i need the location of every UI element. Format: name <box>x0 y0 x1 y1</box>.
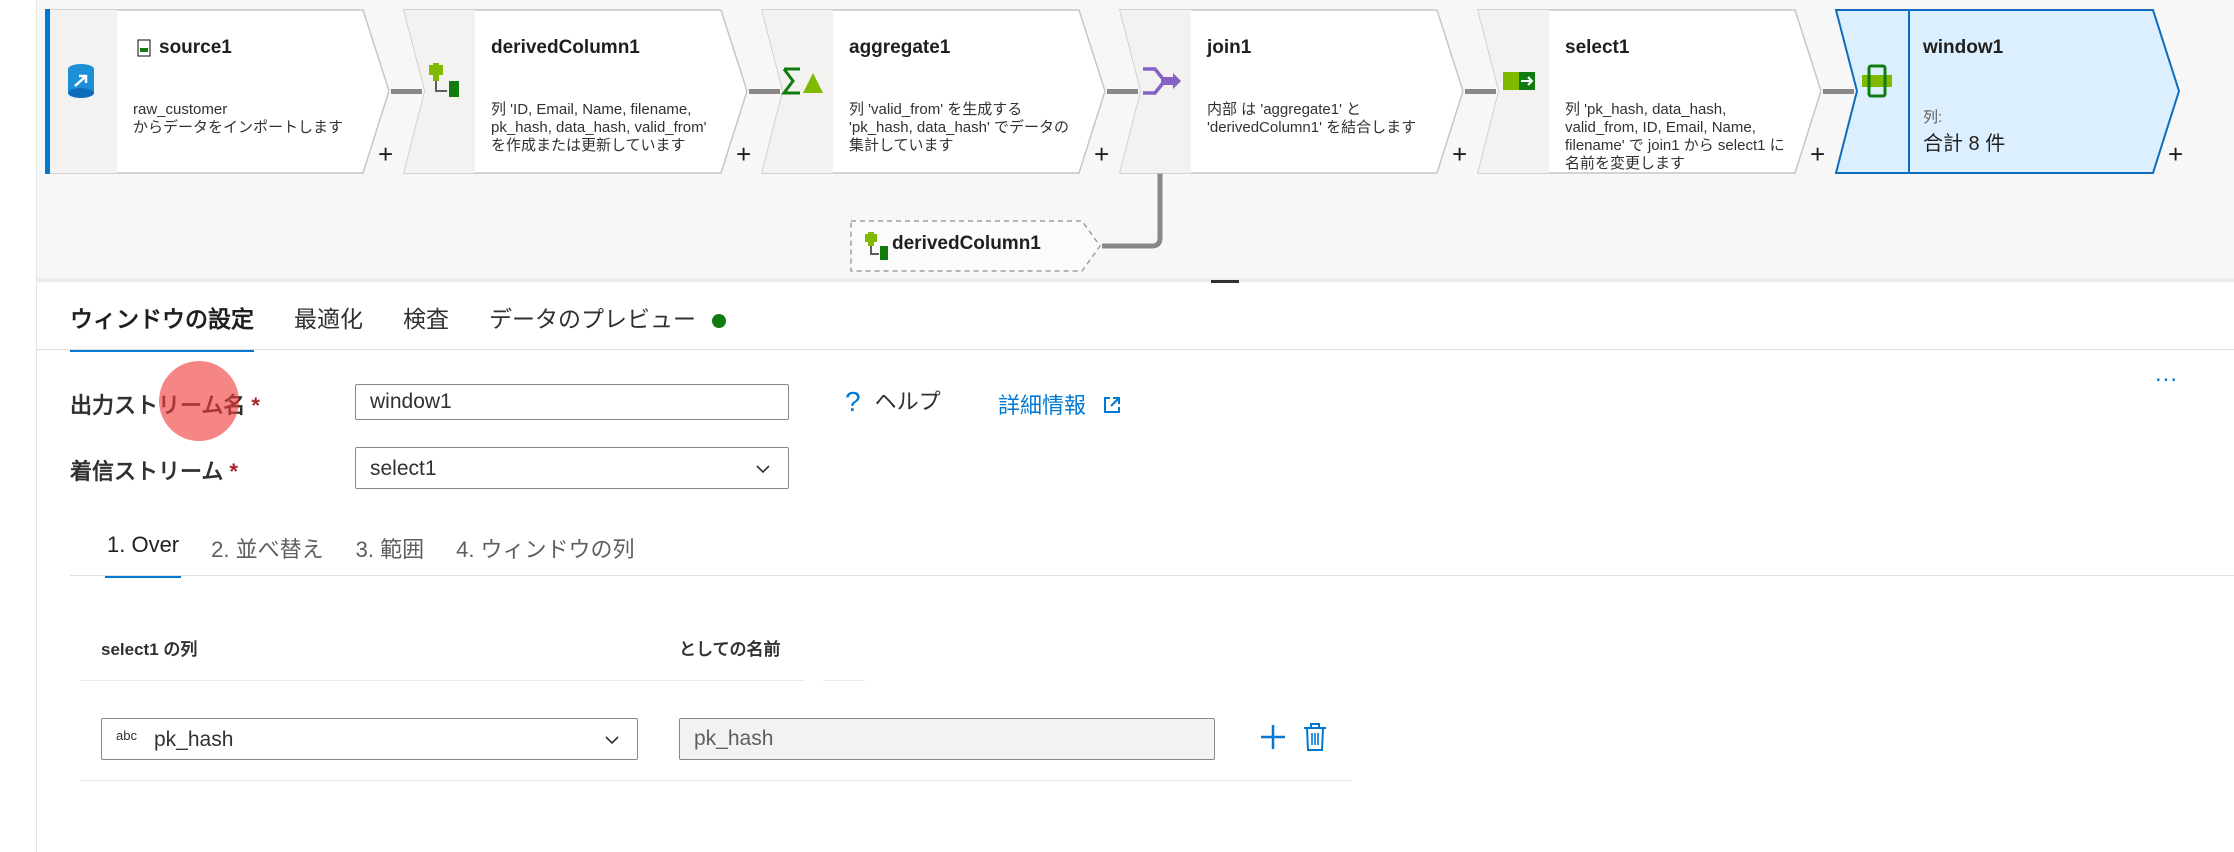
tab-data-preview[interactable]: データのプレビュー <box>489 300 726 352</box>
subtab-sort[interactable]: 2. 並べ替え <box>211 532 323 578</box>
add-transform-button[interactable]: + <box>378 139 393 170</box>
required-mark: * <box>251 393 260 418</box>
column-header-select1-columns: select1 の列 <box>101 640 198 659</box>
node-description: 列 'pk_hash, data_hash, valid_from, ID, E… <box>1565 101 1785 172</box>
node-select1[interactable]: select1 列 'pk_hash, data_hash, valid_fro… <box>1477 9 1825 174</box>
incoming-stream-label: 着信ストリーム * <box>70 454 238 486</box>
output-stream-name-input[interactable]: window1 <box>355 384 789 420</box>
branch-node-derivedColumn1[interactable]: derivedColumn1 <box>850 220 1102 272</box>
node-title: source1 <box>159 37 232 58</box>
output-stream-label: 出力ストリーム名 * <box>70 388 260 420</box>
node-title: join1 <box>1207 37 1252 58</box>
help-icon: ? <box>845 386 861 417</box>
tab-inspect[interactable]: 検査 <box>403 300 449 352</box>
help-link[interactable]: ? ヘルプ <box>845 384 941 418</box>
node-derivedColumn1[interactable]: derivedColumn1 列 'ID, Email, Name, filen… <box>403 9 751 174</box>
incoming-stream-value: select1 <box>370 457 437 480</box>
add-transform-button[interactable]: + <box>1810 139 1825 170</box>
add-icon[interactable] <box>1258 722 1288 752</box>
header-divider <box>80 680 805 681</box>
node-description: raw_customer からデータをインポートします <box>133 101 344 136</box>
over-column-value: pk_hash <box>154 728 234 751</box>
output-stream-label-text: 出力ストリーム名 <box>70 393 246 418</box>
left-rail <box>0 0 37 852</box>
add-transform-button[interactable]: + <box>736 139 751 170</box>
window-icon <box>1855 59 1899 103</box>
source-icon <box>59 59 103 103</box>
settings-tabs: ウィンドウの設定 最適化 検査 データのプレビュー <box>70 300 766 352</box>
tab-window-settings[interactable]: ウィンドウの設定 <box>70 300 254 352</box>
alias-name-input[interactable]: pk_hash <box>679 718 1215 760</box>
status-dot-icon <box>712 313 726 328</box>
select-icon <box>1497 59 1541 103</box>
derived-column-icon <box>423 59 467 103</box>
node-columns-count: 合計 8 件 <box>1923 133 2006 155</box>
node-source1[interactable]: source1 raw_customer からデータをインポートします + <box>45 9 393 174</box>
more-info-label: 詳細情報 <box>998 393 1087 418</box>
add-transform-button[interactable]: + <box>1094 139 1109 170</box>
node-description: 列 'valid_from' を生成する 'pk_hash, data_hash… <box>849 101 1070 154</box>
incoming-stream-select[interactable]: select1 <box>355 447 789 489</box>
help-label: ヘルプ <box>874 389 941 414</box>
row-divider <box>80 780 1352 781</box>
canvas-divider <box>37 278 2234 282</box>
pane-splitter-handle[interactable] <box>1211 280 1239 283</box>
node-description: 列 'ID, Email, Name, filename, pk_hash, d… <box>491 101 707 154</box>
required-mark: * <box>229 459 238 484</box>
chevron-down-icon <box>605 736 619 745</box>
subtab-over[interactable]: 1. Over <box>104 532 182 578</box>
delete-icon[interactable] <box>1302 722 1328 752</box>
branch-node-title: derivedColumn1 <box>892 233 1041 254</box>
column-header-alias: としての名前 <box>679 640 781 659</box>
window-subtabs: 1. Over 2. 並べ替え 3. 範囲 4. ウィンドウの列 <box>104 532 667 578</box>
node-description: 内部 は 'aggregate1' と 'derivedColumn1' を結合… <box>1207 101 1417 136</box>
node-title: derivedColumn1 <box>491 37 640 58</box>
string-type-icon: abc <box>116 728 137 743</box>
subtab-window-columns[interactable]: 4. ウィンドウの列 <box>456 532 634 578</box>
node-aggregate1[interactable]: aggregate1 列 'valid_from' を生成する 'pk_hash… <box>761 9 1109 174</box>
node-columns-label: 列: <box>1923 109 1943 126</box>
header-divider <box>823 680 865 681</box>
tab-data-preview-label: データのプレビュー <box>489 306 696 332</box>
add-transform-button[interactable]: + <box>1452 139 1467 170</box>
subtabs-divider <box>70 575 2234 576</box>
branch-connector <box>1102 172 1163 249</box>
over-column-select[interactable]: abc pk_hash <box>101 718 638 760</box>
external-link-icon <box>1104 397 1121 413</box>
join-icon <box>1139 59 1183 103</box>
tab-optimize[interactable]: 最適化 <box>294 300 363 352</box>
derived-column-icon <box>865 232 888 260</box>
incoming-stream-label-text: 着信ストリーム <box>70 459 224 484</box>
node-window1[interactable]: window1 列: 合計 8 件 + <box>1835 9 2183 174</box>
more-info-link[interactable]: 詳細情報 <box>998 388 1122 420</box>
chevron-down-icon <box>756 465 770 474</box>
csv-file-icon <box>137 39 151 57</box>
aggregate-icon <box>781 59 825 103</box>
subtab-range[interactable]: 3. 範囲 <box>356 532 424 578</box>
more-options-button[interactable]: ... <box>2155 360 2178 388</box>
add-transform-button[interactable]: + <box>2168 139 2183 170</box>
node-title: select1 <box>1565 37 1630 58</box>
node-join1[interactable]: join1 内部 は 'aggregate1' と 'derivedColumn… <box>1119 9 1467 174</box>
node-title: aggregate1 <box>849 37 951 58</box>
tabs-divider <box>37 349 2234 350</box>
node-title: window1 <box>1923 37 2004 58</box>
